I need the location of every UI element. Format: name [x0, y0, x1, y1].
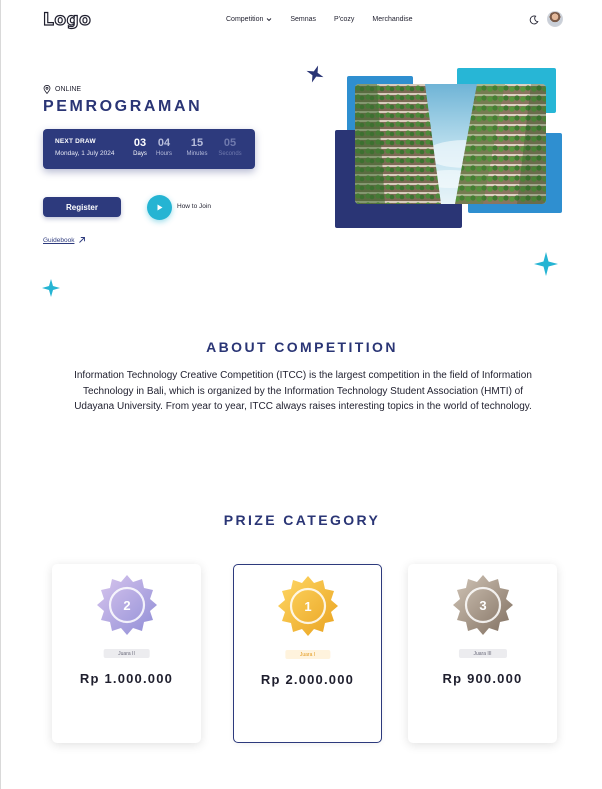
hero-photo [355, 84, 546, 204]
countdown-label: NEXT DRAW [55, 138, 96, 145]
moon-icon [529, 15, 539, 25]
vertical-forest-image [355, 84, 546, 204]
prize-card-second: 2 Juara II Rp 1.000.000 [52, 564, 201, 743]
countdown-panel: NEXT DRAW Monday, 1 July 2024 03 Days 04… [43, 129, 255, 169]
countdown-value: 05 [223, 137, 237, 149]
how-to-join-label[interactable]: How to Join [177, 203, 211, 210]
medal-rank: 3 [479, 598, 486, 613]
guidebook-label: Guidebook [43, 236, 75, 244]
countdown-unit-label: Days [133, 151, 147, 157]
countdown-seconds: 05 Seconds [215, 137, 245, 157]
countdown-date: Monday, 1 July 2024 [55, 150, 115, 157]
prize-amount: Rp 900.000 [442, 671, 523, 686]
prize-card-third: 3 Juara III Rp 900.000 [408, 564, 557, 743]
nav-item-competition[interactable]: Competition [226, 16, 272, 23]
location-pin-icon [43, 85, 51, 94]
about-heading: ABOUT COMPETITION [206, 339, 398, 355]
chevron-down-icon [266, 17, 272, 21]
rank-badge: Juara III [458, 649, 507, 658]
medal-rank: 2 [123, 598, 130, 613]
location-label: ONLINE [55, 86, 82, 93]
silver-medal-icon: 2 [96, 575, 157, 635]
prize-amount: Rp 1.000.000 [79, 671, 174, 686]
countdown-unit-label: Hours [155, 151, 172, 157]
competition-title: PEMROGRAMAN [43, 98, 203, 115]
countdown-hours: 04 Hours [151, 137, 177, 157]
how-to-join-play-button[interactable] [147, 195, 172, 220]
about-description: Information Technology Creative Competit… [74, 370, 532, 412]
user-avatar[interactable] [547, 11, 563, 27]
main-nav: Competition Semnas P'cozy Merchandise [226, 16, 412, 23]
countdown-minutes: 15 Minutes [182, 137, 212, 157]
prize-heading: PRIZE CATEGORY [223, 512, 381, 528]
register-button[interactable]: Register [43, 197, 121, 217]
gold-medal-icon: 1 [277, 576, 338, 636]
logo[interactable]: Logo [42, 9, 91, 30]
countdown-value: 03 [133, 137, 147, 149]
nav-item-pcozy[interactable]: P'cozy [334, 16, 354, 23]
play-icon [157, 204, 163, 211]
prize-card-first: 1 Juara I Rp 2.000.000 [233, 564, 382, 743]
star-sparkle-icon [306, 65, 324, 83]
nav-item-merchandise[interactable]: Merchandise [372, 16, 412, 23]
rank-badge: Juara I [284, 650, 331, 659]
external-arrow-icon [79, 237, 86, 243]
star-sparkle-icon [42, 279, 60, 297]
nav-item-label: Competition [226, 16, 264, 23]
countdown-unit-label: Minutes [186, 151, 208, 157]
countdown-value: 15 [190, 137, 204, 149]
countdown-unit-label: Seconds [218, 151, 242, 157]
countdown-value: 04 [157, 137, 171, 149]
nav-item-semnas[interactable]: Semnas [290, 16, 316, 23]
countdown-days: 03 Days [127, 137, 153, 157]
bronze-medal-icon: 3 [452, 575, 513, 635]
theme-toggle-button[interactable] [526, 12, 542, 28]
prize-amount: Rp 2.000.000 [260, 672, 355, 687]
rank-badge: Juara II [103, 649, 150, 658]
location-tag: ONLINE [43, 85, 81, 94]
page-frame: Logo Competition Semnas P'cozy Merchandi… [0, 0, 602, 789]
guidebook-link[interactable]: Guidebook [43, 236, 86, 244]
star-sparkle-icon [534, 252, 558, 276]
medal-rank: 1 [304, 599, 311, 614]
